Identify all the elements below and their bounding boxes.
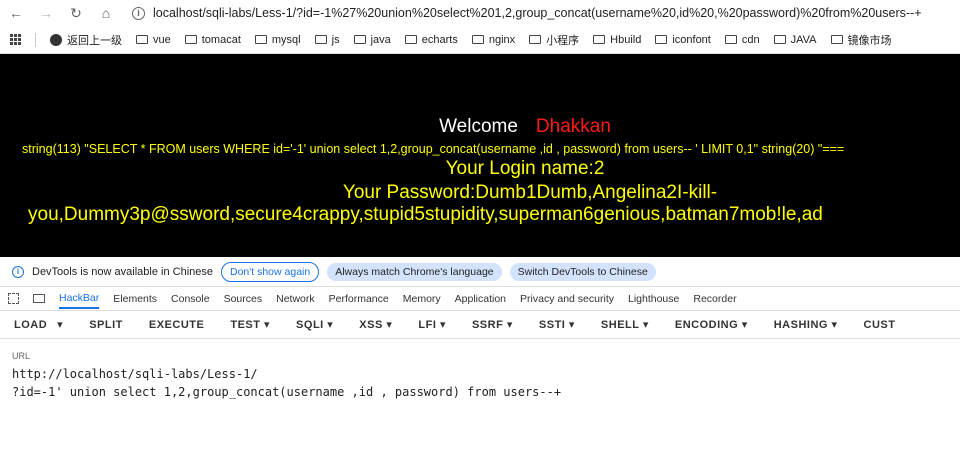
tab-lighthouse[interactable]: Lighthouse	[628, 293, 679, 305]
bookmark-echarts[interactable]: echarts	[404, 34, 458, 46]
match-language-button[interactable]: Always match Chrome's language	[327, 262, 502, 281]
info-icon: i	[12, 265, 24, 278]
apps-grid-icon[interactable]	[10, 34, 21, 45]
ssrf-menu-button[interactable]: SSRF ▾	[472, 318, 513, 331]
sql-query-dump: string(113) "SELECT * FROM users WHERE i…	[22, 142, 845, 156]
ssti-menu-button[interactable]: SSTI ▾	[539, 318, 575, 331]
hackbar-toolbar: LOAD ▾ SPLIT EXECUTE TEST ▾ SQLI ▾ XSS ▾…	[0, 311, 960, 339]
lfi-menu-button[interactable]: LFI ▾	[418, 318, 446, 331]
sqli-menu-button[interactable]: SQLI ▾	[296, 318, 333, 331]
shell-menu-button[interactable]: SHELL ▾	[601, 318, 649, 331]
url-textarea[interactable]: http://localhost/sqli-labs/Less-1/ ?id=-…	[12, 365, 950, 401]
welcome-text: Welcome	[439, 116, 518, 137]
folder-icon	[724, 35, 737, 44]
bookmark-iconfont[interactable]: iconfont	[655, 34, 711, 46]
dont-show-again-button[interactable]: Don't show again	[220, 261, 320, 282]
folder-icon	[314, 35, 327, 44]
folder-icon	[353, 35, 366, 44]
url-box[interactable]: i localhost/sqli-labs/Less-1/?id=-1%27%2…	[132, 6, 922, 20]
folder-icon	[254, 35, 267, 44]
bookmark-java-upper[interactable]: JAVA	[773, 34, 817, 46]
bookmark-mysql[interactable]: mysql	[254, 34, 301, 46]
folder-icon	[136, 35, 148, 44]
back-icon[interactable]: ←	[8, 5, 24, 21]
tab-network[interactable]: Network	[276, 293, 315, 305]
devtools-tabs: HackBar Elements Console Sources Network…	[0, 287, 960, 311]
page-content: Welcome Dhakkan string(113) "SELECT * FRO…	[0, 54, 960, 257]
tab-elements[interactable]: Elements	[113, 293, 157, 305]
notice-text: DevTools is now available in Chinese	[32, 265, 213, 278]
folder-icon	[655, 35, 668, 44]
hashing-menu-button[interactable]: HASHING ▾	[774, 318, 838, 331]
load-button[interactable]: LOAD	[14, 319, 47, 331]
tab-memory[interactable]: Memory	[403, 293, 441, 305]
tab-performance[interactable]: Performance	[329, 293, 389, 305]
load-dropdown-button[interactable]: ▾	[57, 318, 63, 331]
device-toolbar-icon[interactable]	[33, 294, 45, 303]
tab-console[interactable]: Console	[171, 293, 210, 305]
welcome-line: Welcome Dhakkan	[0, 116, 960, 138]
bookmarks-divider	[35, 32, 36, 47]
tab-sources[interactable]: Sources	[224, 293, 263, 305]
url-text[interactable]: localhost/sqli-labs/Less-1/?id=-1%27%20u…	[153, 6, 922, 20]
folder-icon	[404, 35, 417, 44]
folder-icon	[830, 35, 843, 44]
tab-recorder[interactable]: Recorder	[693, 293, 736, 305]
globe-icon	[50, 33, 62, 46]
folder-icon	[529, 35, 542, 44]
url-line-1[interactable]: http://localhost/sqli-labs/Less-1/	[12, 367, 258, 381]
address-bar: ← → ↻ ⌂ i localhost/sqli-labs/Less-1/?id…	[0, 0, 960, 26]
welcome-name: Dhakkan	[535, 116, 611, 137]
encoding-menu-button[interactable]: ENCODING ▾	[675, 318, 748, 331]
login-name-line: Your Login name:2	[445, 158, 605, 179]
hackbar-url-field: URL http://localhost/sqli-labs/Less-1/ ?…	[0, 339, 960, 401]
folder-icon	[593, 35, 606, 44]
inspect-element-icon[interactable]	[8, 293, 19, 304]
test-menu-button[interactable]: TEST ▾	[230, 318, 270, 331]
xss-menu-button[interactable]: XSS ▾	[359, 318, 392, 331]
bookmark-js[interactable]: js	[314, 34, 340, 46]
tab-application[interactable]: Application	[455, 293, 506, 305]
devtools-language-notice: i DevTools is now available in Chinese D…	[0, 257, 960, 287]
bookmark-java[interactable]: java	[353, 34, 391, 46]
tab-privacy-security[interactable]: Privacy and security	[520, 293, 614, 305]
site-info-icon[interactable]: i	[132, 6, 145, 20]
folder-icon	[773, 35, 786, 44]
switch-to-chinese-button[interactable]: Switch DevTools to Chinese	[509, 262, 656, 281]
bookmark-hbuild[interactable]: Hbuild	[593, 34, 641, 46]
url-line-2[interactable]: ?id=-1' union select 1,2,group_concat(us…	[12, 385, 561, 399]
home-icon[interactable]: ⌂	[98, 5, 114, 21]
execute-button[interactable]: EXECUTE	[149, 319, 204, 331]
folder-icon	[471, 35, 484, 44]
split-button[interactable]: SPLIT	[89, 319, 123, 331]
bookmark-vue[interactable]: vue	[136, 34, 171, 46]
password-line-2: you,Dummy3p@ssword,secure4crappy,stupid5…	[28, 204, 823, 225]
bookmark-mirror-market[interactable]: 镜像市场	[830, 32, 892, 48]
bookmark-back[interactable]: 返回上一级	[50, 32, 122, 48]
folder-icon	[184, 35, 197, 44]
bookmark-cdn[interactable]: cdn	[724, 34, 760, 46]
reload-icon[interactable]: ↻	[68, 5, 84, 21]
bookmarks-bar: 返回上一级 vue tomacat mysql js java echarts …	[0, 26, 960, 54]
bookmark-miniprogram[interactable]: 小程序	[529, 32, 579, 48]
url-label: URL	[12, 351, 31, 361]
bookmark-tomacat[interactable]: tomacat	[184, 34, 241, 46]
forward-icon[interactable]: →	[38, 5, 54, 21]
custom-menu-button[interactable]: CUST	[864, 319, 896, 331]
bookmark-nginx[interactable]: nginx	[471, 34, 515, 46]
tab-hackbar[interactable]: HackBar	[59, 292, 100, 309]
password-line-1: Your Password:Dumb1Dumb,Angelina2I-kill-	[342, 182, 718, 203]
